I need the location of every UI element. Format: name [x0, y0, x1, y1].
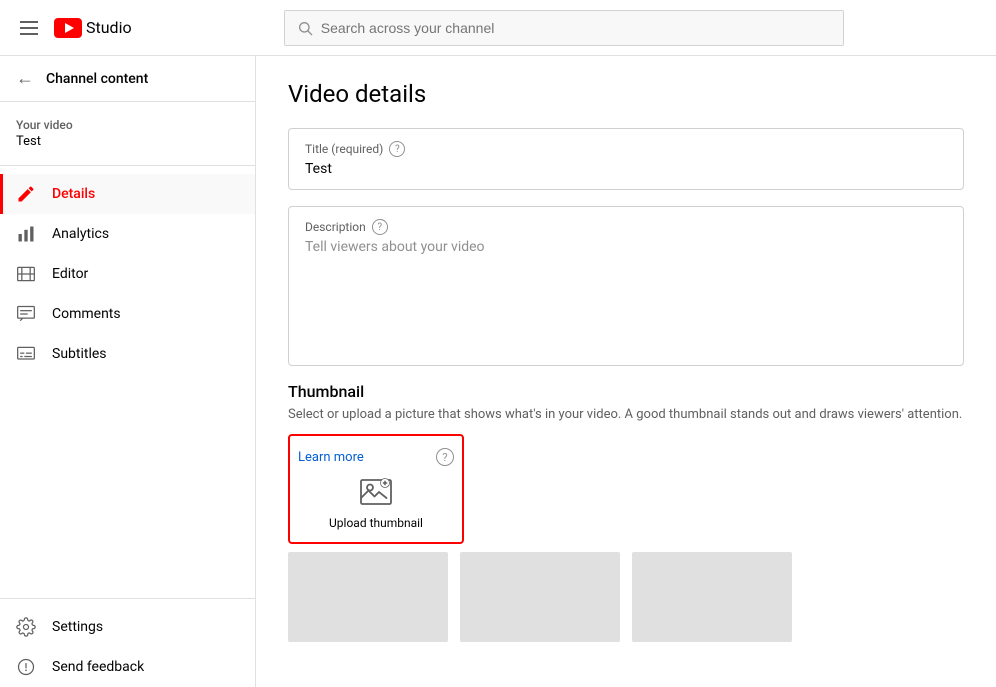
- description-field-box: Description ? Tell viewers about your vi…: [288, 206, 964, 366]
- main-content: Video details Title (required) ? Test De…: [256, 56, 996, 687]
- sidebar-divider-2: [0, 598, 255, 599]
- sidebar-spacer: [0, 374, 255, 590]
- thumbnail-placeholder-3: [632, 552, 792, 642]
- title-help-icon[interactable]: ?: [389, 141, 405, 157]
- youtube-logo: Studio: [54, 18, 132, 38]
- analytics-icon: [16, 224, 36, 244]
- sidebar-item-details[interactable]: Details: [0, 174, 255, 214]
- sidebar-item-subtitles[interactable]: Subtitles: [0, 334, 255, 374]
- thumbnail-placeholder-1: [288, 552, 448, 642]
- thumbnail-placeholders: [288, 552, 964, 642]
- sidebar: ← Channel content Your video Test Detail…: [0, 56, 256, 687]
- sidebar-item-editor[interactable]: Editor: [0, 254, 255, 294]
- description-help-icon[interactable]: ?: [372, 219, 388, 235]
- youtube-icon: [54, 18, 82, 38]
- sidebar-item-comments[interactable]: Comments: [0, 294, 255, 334]
- description-placeholder[interactable]: Tell viewers about your video: [305, 239, 947, 255]
- topbar: Studio: [0, 0, 996, 56]
- comments-icon: [16, 304, 36, 324]
- search-icon: [297, 20, 313, 36]
- back-arrow-icon: ←: [16, 68, 34, 89]
- title-value[interactable]: Test: [305, 161, 947, 177]
- title-field-box: Title (required) ? Test: [288, 128, 964, 190]
- sidebar-item-settings[interactable]: Settings: [0, 607, 255, 647]
- sidebar-details-label: Details: [52, 186, 95, 202]
- sidebar-item-send-feedback[interactable]: Send feedback: [0, 647, 255, 687]
- sidebar-item-analytics[interactable]: Analytics: [0, 214, 255, 254]
- layout: ← Channel content Your video Test Detail…: [0, 56, 996, 687]
- learn-more-link[interactable]: Learn more: [298, 450, 364, 465]
- sidebar-feedback-label: Send feedback: [52, 659, 144, 675]
- your-video-label: Your video: [16, 118, 239, 132]
- thumbnail-placeholder-2: [460, 552, 620, 642]
- topbar-left: Studio: [16, 17, 132, 39]
- upload-label: Upload thumbnail: [329, 516, 423, 530]
- your-video-section: Your video Test: [0, 102, 255, 157]
- sidebar-subtitles-label: Subtitles: [52, 346, 107, 362]
- settings-icon: [16, 617, 36, 637]
- upload-thumbnail-box[interactable]: Learn more ? Upload thumbnail: [288, 434, 464, 544]
- sidebar-comments-label: Comments: [52, 306, 121, 322]
- channel-content-header[interactable]: ← Channel content: [0, 56, 255, 102]
- search-bar: [284, 10, 844, 46]
- title-label: Title (required) ?: [305, 141, 947, 157]
- description-label: Description ?: [305, 219, 947, 235]
- search-input[interactable]: [321, 20, 831, 36]
- thumbnail-section: Thumbnail Select or upload a picture tha…: [288, 382, 964, 642]
- sidebar-settings-label: Settings: [52, 619, 103, 635]
- feedback-icon: [16, 657, 36, 677]
- thumbnail-desc: Select or upload a picture that shows wh…: [288, 407, 964, 422]
- upload-image-icon: [358, 474, 394, 510]
- sidebar-editor-label: Editor: [52, 266, 88, 282]
- pencil-icon: [16, 184, 36, 204]
- menu-button[interactable]: [16, 17, 42, 39]
- sidebar-divider-1: [0, 165, 255, 166]
- your-video-title: Test: [16, 134, 239, 149]
- editor-icon: [16, 264, 36, 284]
- sidebar-analytics-label: Analytics: [52, 226, 109, 242]
- upload-inner: Upload thumbnail: [329, 474, 423, 530]
- studio-label: Studio: [86, 18, 132, 37]
- channel-content-label: Channel content: [46, 71, 148, 87]
- page-title: Video details: [288, 80, 964, 108]
- thumbnail-title: Thumbnail: [288, 382, 964, 401]
- subtitles-icon: [16, 344, 36, 364]
- thumbnail-help-icon[interactable]: ?: [436, 448, 454, 466]
